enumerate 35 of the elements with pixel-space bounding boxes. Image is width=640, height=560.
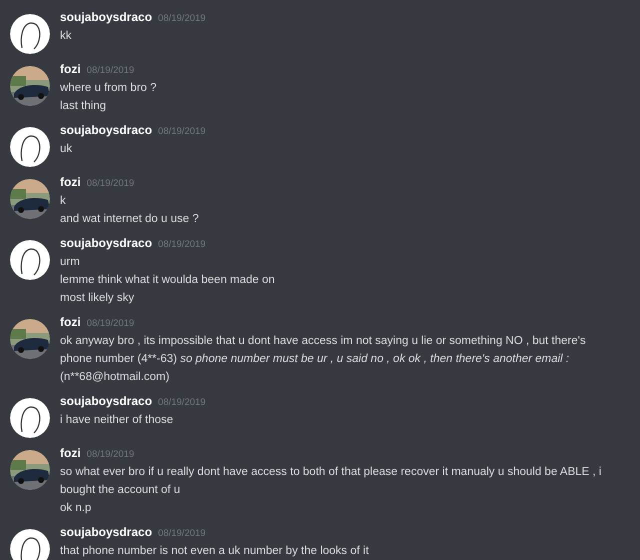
timestamp: 08/19/2019 — [158, 239, 206, 250]
username[interactable]: soujaboysdraco — [60, 123, 152, 137]
timestamp: 08/19/2019 — [86, 318, 134, 329]
message-text: uk — [60, 142, 74, 157]
message-text: i have neither of those — [60, 413, 174, 428]
avatar-icon — [10, 240, 50, 280]
username[interactable]: fozi — [60, 62, 81, 76]
message-text: and wat internet do u use ? — [60, 212, 200, 227]
message-text: where u from bro ? — [60, 81, 158, 96]
message-text: kk — [60, 29, 72, 44]
message-text: most likely sky — [60, 291, 136, 306]
username[interactable]: soujaboysdraco — [60, 236, 152, 250]
message-text: urm — [60, 255, 81, 270]
timestamp: 08/19/2019 — [86, 449, 134, 460]
timestamp: 08/19/2019 — [86, 178, 134, 189]
message-text: last thing — [60, 99, 108, 114]
timestamp: 08/19/2019 — [86, 65, 134, 76]
username[interactable]: soujaboysdraco — [60, 10, 152, 24]
timestamp: 08/19/2019 — [158, 528, 206, 539]
username[interactable]: fozi — [60, 175, 81, 189]
timestamp: 08/19/2019 — [158, 397, 206, 408]
avatar-icon — [10, 14, 50, 54]
message-text: ok n.p — [60, 501, 92, 516]
avatar-icon — [10, 398, 50, 438]
username[interactable]: fozi — [60, 446, 81, 460]
timestamp: 08/19/2019 — [158, 13, 206, 24]
avatar-icon — [10, 127, 50, 167]
message-text: k — [60, 194, 67, 209]
timestamp: 08/19/2019 — [158, 126, 206, 137]
message-text: that phone number is not even a uk number by the looks of it — [60, 544, 370, 559]
message-text: lemme think what it woulda been made on — [60, 273, 276, 288]
username[interactable]: soujaboysdraco — [60, 394, 152, 408]
username[interactable]: soujaboysdraco — [60, 525, 152, 539]
message-text: ok anyway bro , its impossible that u dont have access im not saying u lie or something NO , but there's phone number (4**-63) so phone number must be ur , u said no , ok ok , then there's another email : (n**68@hotmail.com) — [60, 334, 587, 385]
username[interactable]: fozi — [60, 315, 81, 329]
